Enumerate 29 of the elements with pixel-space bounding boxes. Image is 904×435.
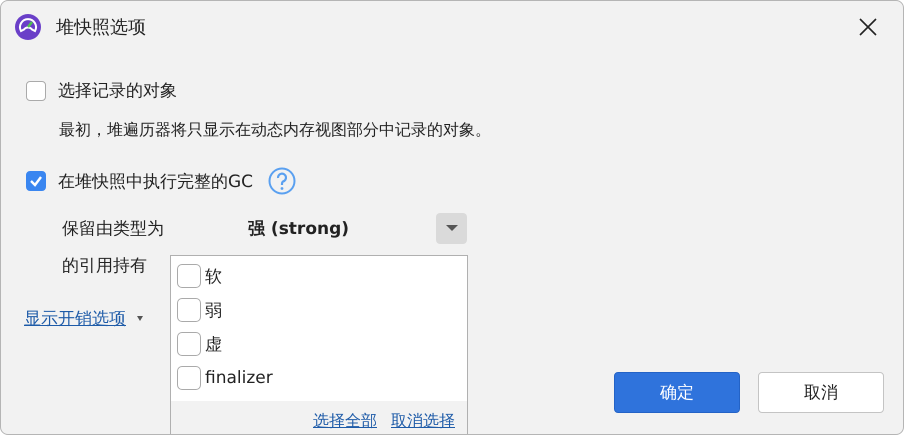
caret-icon: [137, 316, 143, 321]
window-title: 堆快照选项: [56, 16, 147, 39]
dropdown-value: 强 (strong): [248, 218, 350, 240]
checkbox[interactable]: [26, 80, 46, 100]
caret-icon: [444, 224, 458, 232]
checkbox[interactable]: [26, 171, 46, 191]
help-icon[interactable]: [268, 167, 296, 195]
retain-label: 保留由类型为: [62, 218, 165, 240]
deselect-link[interactable]: 取消选择: [391, 411, 455, 432]
checkbox[interactable]: [177, 366, 201, 390]
option-label: 软: [205, 266, 222, 288]
close-icon[interactable]: [859, 18, 877, 36]
checkbox[interactable]: [177, 264, 201, 288]
checkbox[interactable]: [177, 332, 201, 356]
dropdown-button[interactable]: [436, 212, 467, 244]
option-label: finalizer: [205, 368, 273, 388]
checkbox-label: 在堆快照中执行完整的GC: [58, 170, 254, 192]
option-label: 弱: [205, 300, 222, 322]
retain-label: 的引用持有: [62, 255, 147, 277]
select-all-link[interactable]: 选择全部: [313, 411, 377, 432]
ok-button[interactable]: 确定: [614, 372, 740, 413]
gauge-icon: [15, 14, 41, 40]
cancel-button[interactable]: 取消: [758, 372, 884, 413]
option-label: 虚: [205, 334, 222, 356]
checkbox-label: 选择记录的对象: [58, 80, 177, 102]
overhead-options-link[interactable]: 显示开销选项: [24, 307, 126, 330]
checkbox[interactable]: [177, 298, 201, 322]
check-icon: [29, 174, 43, 188]
description-text: 最初，堆遍历器将只显示在动态内存视图部分中记录的对象。: [59, 120, 492, 141]
